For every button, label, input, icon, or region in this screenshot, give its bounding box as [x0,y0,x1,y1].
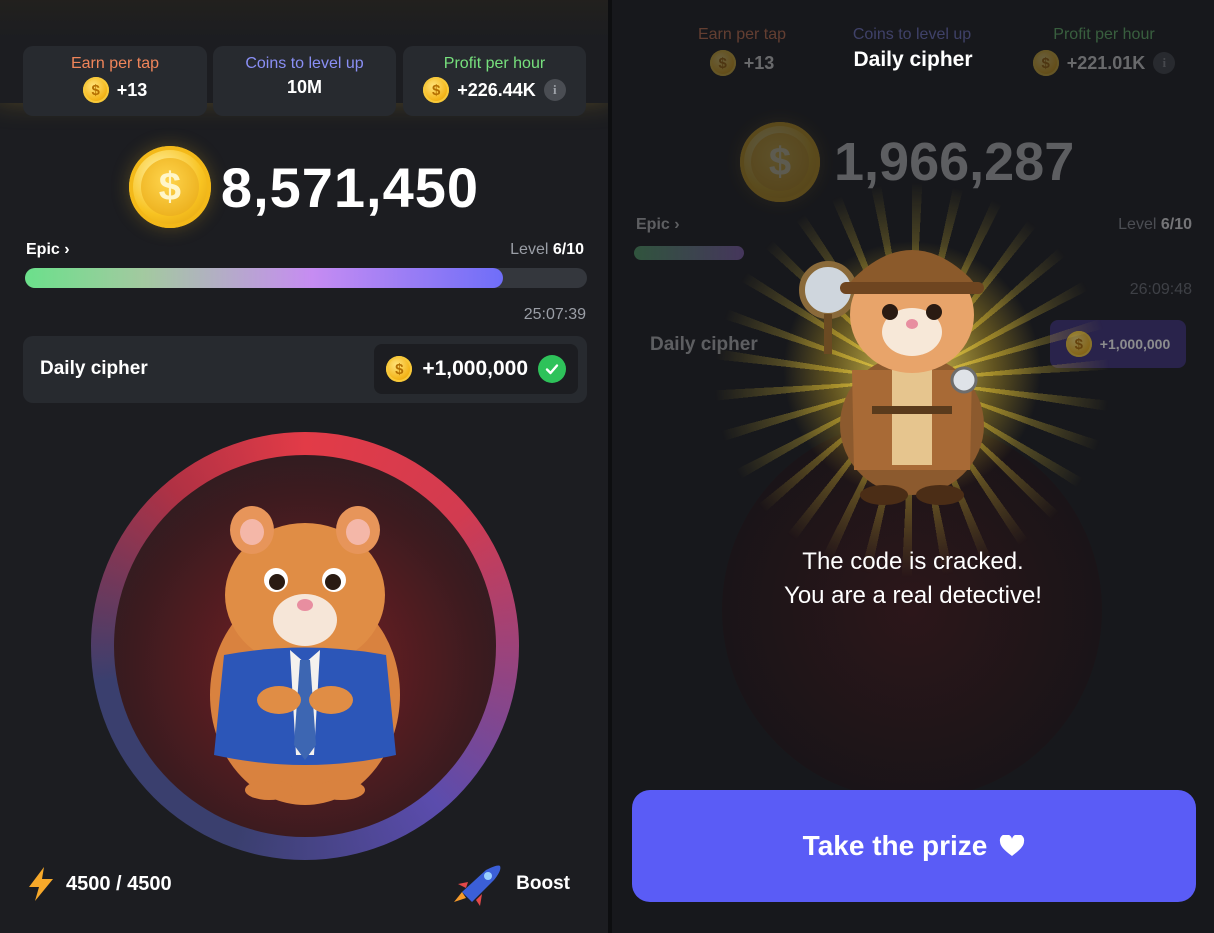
big-coin-icon: $ [740,122,820,202]
coins-to-level-up-label-dim: Coins to level up [852,26,972,43]
level-indicator: Level 6/10 [510,241,584,259]
chevron-right-icon: › [64,241,70,258]
cipher-success-screen: Earn per tap $ +13 Coins to level up Prof… [612,0,1214,933]
level-progress-dim [634,246,744,260]
rank-link[interactable]: Epic › [26,241,70,259]
boost-button[interactable]: Boost [452,862,570,906]
coin-icon: $ [423,77,450,103]
daily-cipher-title: Daily cipher [40,358,148,379]
hamster-ceo-image [210,506,400,805]
take-prize-button[interactable]: Take the prize [632,790,1196,902]
check-icon [538,355,566,383]
detective-hamster-image [799,250,984,505]
cipher-timer-dim: 26:09:48 [1129,281,1192,298]
coins-to-level-up-label: Coins to level up [245,55,364,72]
daily-cipher-reward-value: +1,000,000 [422,357,528,380]
profit-per-hour-label-dim: Profit per hour [1053,26,1155,43]
coins-to-level-up-card[interactable]: Coins to level up 10M [213,46,396,116]
balance: $ 8,571,450 [0,146,608,228]
earn-per-tap-label: Earn per tap [70,55,160,72]
level-label: Level [510,241,549,258]
profit-per-hour-label: Profit per hour [443,55,546,72]
rank-label-dim: Epic › [636,216,680,233]
balance-amount: 8,571,450 [220,155,480,219]
level-progress-bar [25,268,587,288]
heart-icon [1000,835,1025,856]
daily-cipher-reward: $ +1,000,000 [374,344,578,394]
coins-to-level-up-card-dim: Coins to level up [822,26,1002,44]
info-icon[interactable]: i [543,79,566,101]
energy-value: 4500 / 4500 [66,872,172,895]
coin-icon: $ [82,77,109,103]
profit-per-hour-value: +226.44K [457,79,536,100]
modal-title: Daily cipher [853,48,973,71]
cipher-timer: 25:07:39 [523,306,586,323]
coins-to-level-up-value: 10M [286,77,322,97]
main-screen: Earn per tap $ +13 Coins to level up 10M … [0,0,608,933]
success-line-1: The code is cracked. [802,548,1024,575]
big-coin-icon: $ [128,146,211,228]
success-message: The code is cracked. You are a real dete… [612,545,1214,613]
lightning-icon [29,867,53,901]
earn-per-tap-card[interactable]: Earn per tap $ +13 [23,46,207,116]
level-indicator-dim: Level 6/10 [1118,216,1192,233]
daily-cipher-card[interactable]: Daily cipher $ +1,000,000 [23,336,587,403]
rank-label: Epic [26,241,60,258]
take-prize-label: Take the prize [802,830,988,861]
rocket-icon [454,865,501,906]
profit-per-hour-card[interactable]: Profit per hour $ +226.44K i [403,46,586,116]
level-value: 6/10 [552,241,584,258]
coin-icon: $ [386,356,413,382]
level-progress-fill [25,268,503,288]
hamster-tap-button[interactable] [114,455,496,837]
energy-indicator: 4500 / 4500 [26,866,172,902]
success-line-2: You are a real detective! [784,582,1042,609]
earn-per-tap-label-dim: Earn per tap [697,26,787,43]
earn-per-tap-value: +13 [116,79,148,100]
boost-label: Boost [516,873,570,894]
